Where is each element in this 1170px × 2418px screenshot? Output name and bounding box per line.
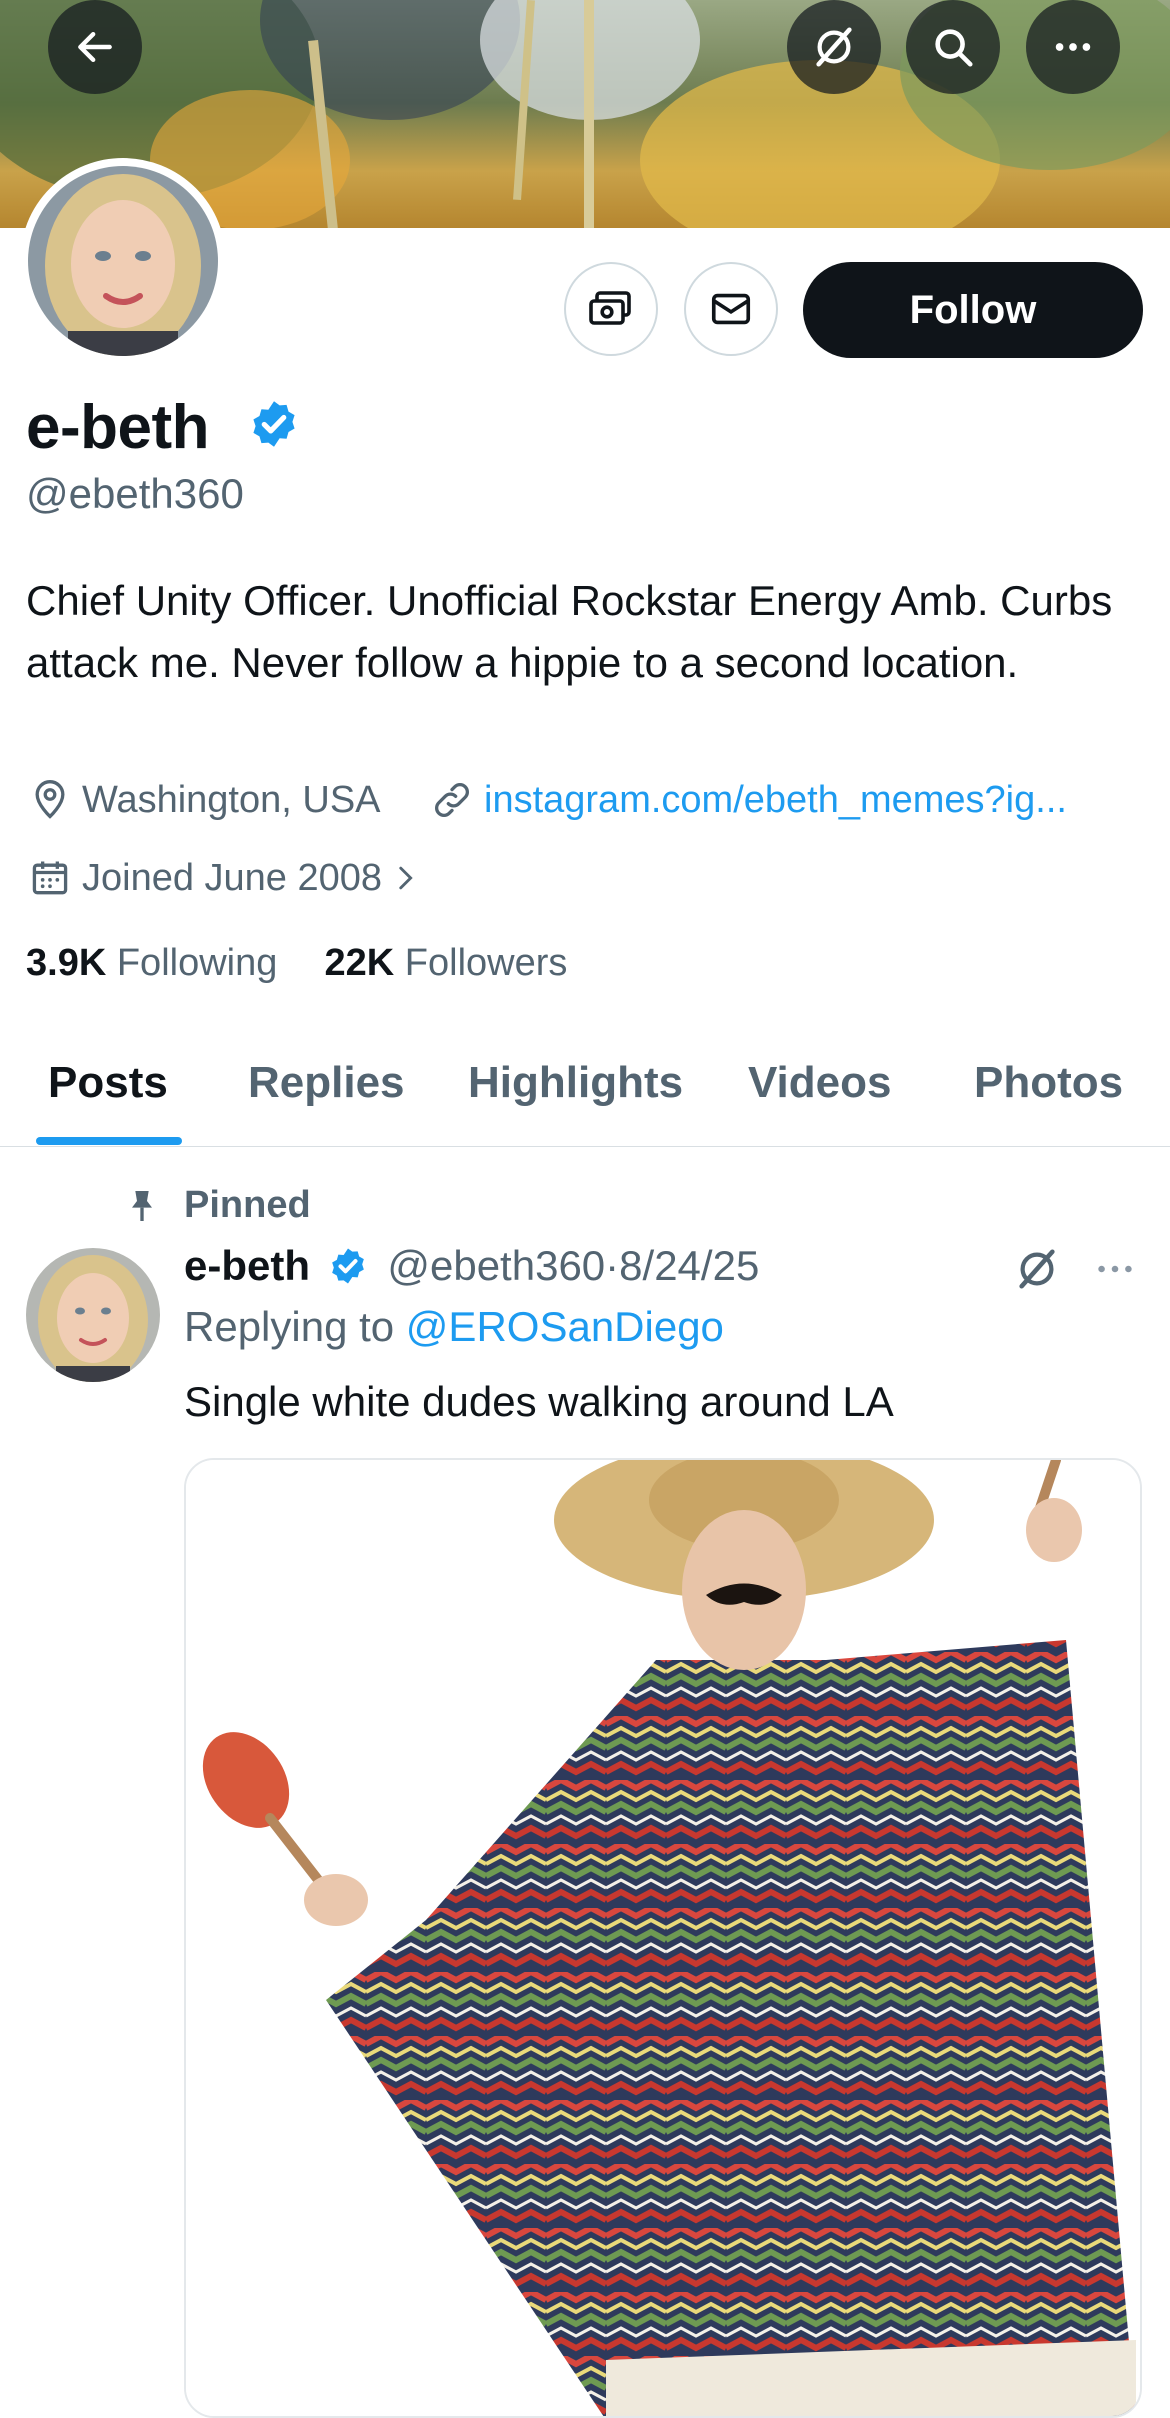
- pinned-label: Pinned: [184, 1184, 311, 1226]
- link-icon: [435, 783, 469, 817]
- tab-replies[interactable]: Replies: [248, 1058, 405, 1108]
- verified-badge-icon: [253, 401, 295, 447]
- post-author-avatar[interactable]: [26, 1248, 160, 1382]
- followers-link[interactable]: 22K Followers: [325, 942, 568, 984]
- subscribe-money-button[interactable]: [564, 262, 658, 356]
- replying-to: Replying to @EROSanDiego: [184, 1303, 724, 1351]
- post-author-name[interactable]: e-beth: [184, 1242, 310, 1289]
- post-meta-separator: ·: [605, 1242, 620, 1289]
- following-label: Following: [116, 942, 278, 984]
- active-tab-indicator: [36, 1137, 182, 1145]
- location-text: Washington, USA: [82, 778, 381, 821]
- chevron-right-icon: [399, 866, 413, 890]
- post-date[interactable]: 8/24/25: [619, 1242, 759, 1289]
- search-icon: [935, 29, 973, 67]
- back-button[interactable]: [48, 0, 142, 94]
- joined-text: Joined June 2008: [82, 856, 383, 899]
- follow-button[interactable]: Follow: [803, 262, 1143, 358]
- following-link[interactable]: 3.9K Following: [26, 942, 277, 984]
- post-more-icon[interactable]: [1092, 1246, 1138, 1292]
- calendar-icon: [32, 861, 68, 895]
- grok-icon[interactable]: [1014, 1246, 1060, 1292]
- profile-bio: Chief Unity Officer. Unofficial Rockstar…: [26, 577, 1113, 686]
- profile-tabs: Posts Replies Highlights Videos Photos: [0, 1030, 1170, 1147]
- message-button[interactable]: [684, 262, 778, 356]
- money-icon: [589, 291, 631, 325]
- replying-prefix: Replying to: [184, 1303, 395, 1350]
- profile-handle: @ebeth360: [26, 470, 244, 517]
- profile-website[interactable]: instagram.com/ebeth_memes?ig...: [430, 778, 1067, 822]
- verified-badge-icon: [331, 1248, 364, 1284]
- pin-icon: [132, 1191, 152, 1221]
- more-horizontal-icon: [1055, 43, 1091, 51]
- post-media-image[interactable]: [184, 1458, 1142, 2418]
- profile-stats: 3.9K Following 22K Followers: [26, 942, 567, 985]
- tab-posts[interactable]: Posts: [48, 1058, 168, 1108]
- tab-videos[interactable]: Videos: [748, 1058, 891, 1108]
- location-pin-icon: [35, 780, 65, 819]
- tab-highlights[interactable]: Highlights: [468, 1058, 683, 1108]
- profile-avatar[interactable]: [20, 158, 226, 364]
- followers-count: 22K: [324, 942, 395, 984]
- website-link[interactable]: instagram.com/ebeth_memes?ig...: [484, 779, 1067, 822]
- tab-photos[interactable]: Photos: [974, 1058, 1123, 1108]
- grok-icon: [816, 27, 852, 67]
- more-button[interactable]: [1026, 0, 1120, 94]
- profile-joined[interactable]: Joined June 2008: [28, 856, 422, 900]
- followers-label: Followers: [404, 942, 568, 984]
- post-text: Single white dudes walking around LA: [184, 1378, 894, 1425]
- arrow-left-icon: [78, 31, 112, 63]
- following-count: 3.9K: [26, 942, 107, 984]
- replying-mention[interactable]: @EROSanDiego: [406, 1303, 724, 1350]
- mail-icon: [711, 293, 751, 325]
- post-author-handle[interactable]: @ebeth360: [387, 1242, 605, 1289]
- search-button[interactable]: [906, 0, 1000, 94]
- post-header: e-beth @ebeth360·8/24/25: [184, 1242, 759, 1290]
- profile-name: e-beth: [26, 393, 210, 462]
- profile-location: Washington, USA: [28, 778, 381, 822]
- grok-button[interactable]: [787, 0, 881, 94]
